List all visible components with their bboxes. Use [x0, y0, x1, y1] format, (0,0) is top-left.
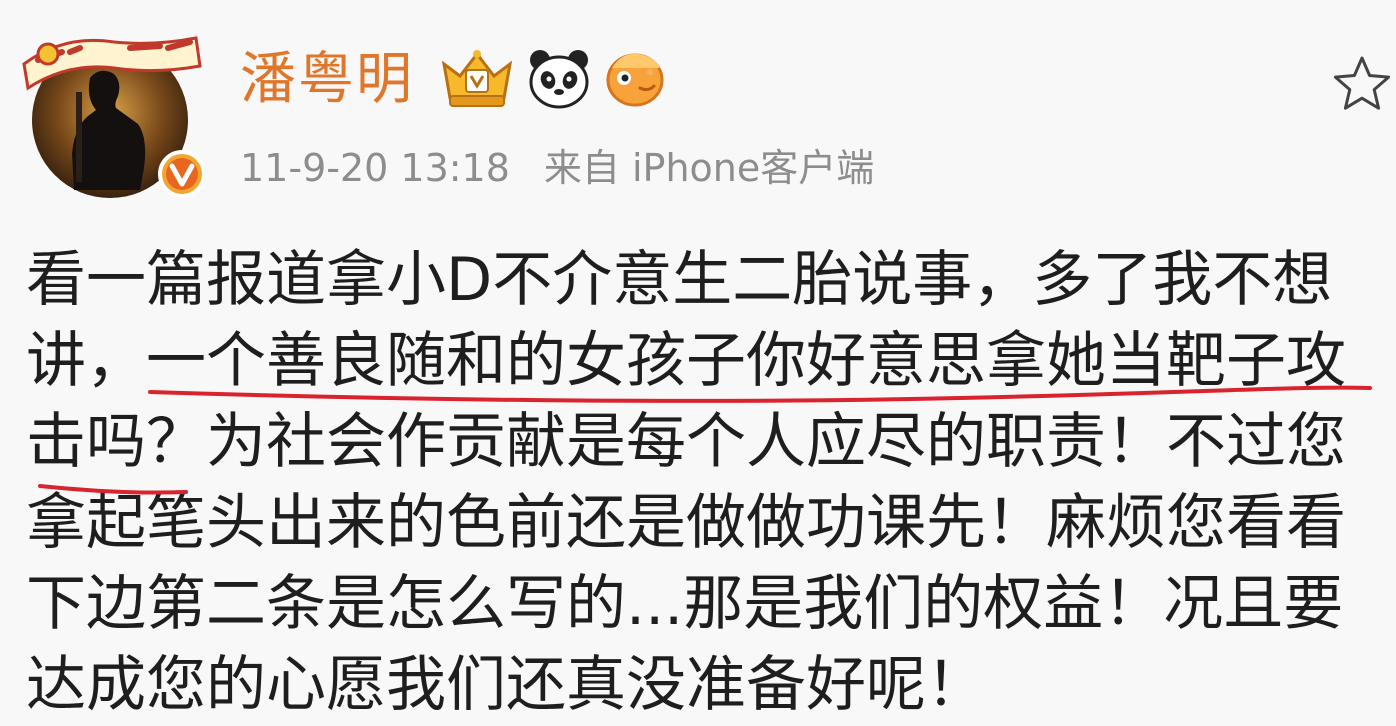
content-line: 讲，一个善良随和的女孩子你好意思拿她当靶子攻: [26, 326, 1346, 396]
verified-v-icon: [158, 150, 204, 198]
content-line: 击吗？为社会作贡献是每个人应尽的职责！不过您: [26, 407, 1346, 477]
post-content: 看一篇报道拿小D不介意生二胎说事，多了我不想 讲，一个善良随和的女孩子你好意思拿…: [26, 240, 1386, 726]
fish-badge-icon: [604, 48, 666, 112]
content-line: 看一篇报道拿小D不介意生二胎说事，多了我不想: [26, 245, 1333, 315]
avatar[interactable]: [18, 8, 204, 198]
post-time: 11-9-20 13:18: [240, 146, 510, 190]
content-line: 下边第二条是怎么写的...那是我们的权益！况且要: [26, 569, 1344, 639]
vip-crown-badge-icon: [438, 46, 516, 114]
post-meta: 11-9-20 13:18 来自 iPhone客户端: [240, 140, 874, 196]
post-source[interactable]: 来自 iPhone客户端: [544, 146, 874, 190]
star-icon[interactable]: [1330, 52, 1394, 118]
weibo-post: 潘粤明 11-9-20 13:18 来自 iPhone客户端 看一篇报道拿小D不…: [0, 0, 1396, 720]
avatar-photo-icon: [22, 36, 204, 198]
username[interactable]: 潘粤明: [240, 40, 414, 120]
content-line: 拿起笔头出来的色前还是做做功课先！麻烦您看看: [26, 488, 1346, 558]
panda-badge-icon: [526, 46, 592, 114]
content-line: 达成您的心愿我们还真没准备好呢！: [26, 650, 986, 720]
